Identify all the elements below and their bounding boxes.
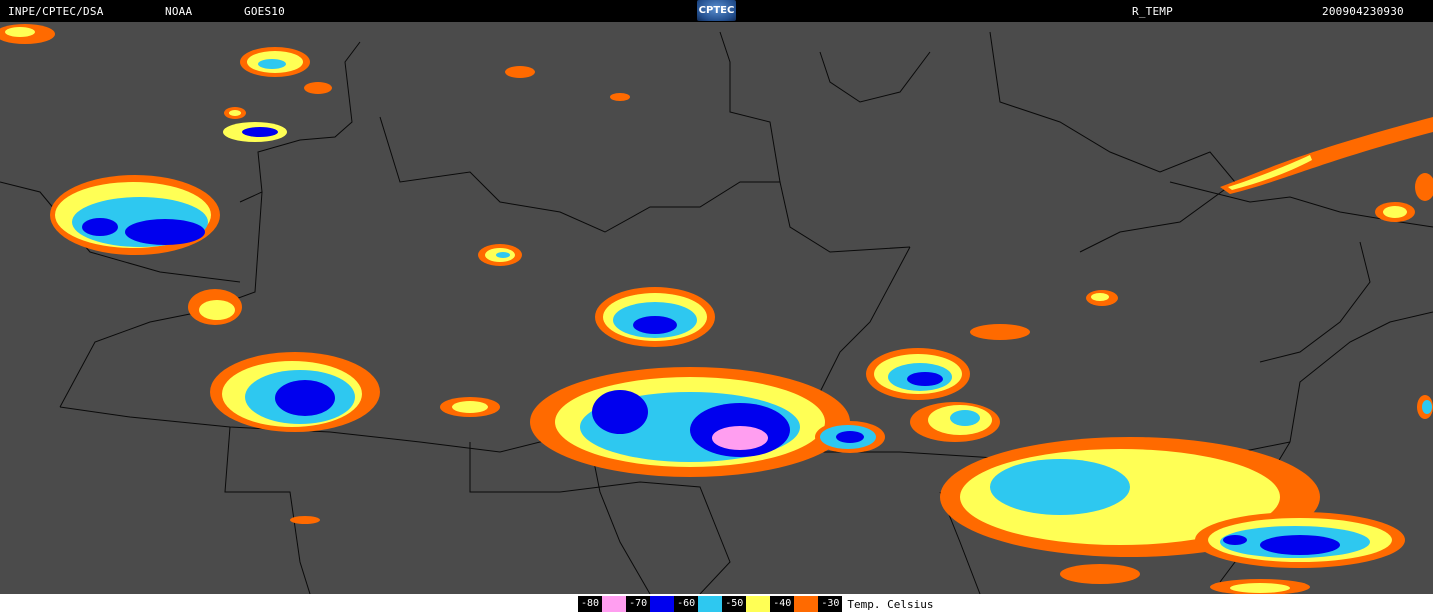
legend-swatch-m70 xyxy=(650,596,675,612)
legend-swatch-m60 xyxy=(698,596,723,612)
legend-bar: -80 -70 -60 -50 -40 -30 Temp. Celsius xyxy=(0,594,1433,614)
legend-swatch-m40 xyxy=(794,596,819,612)
infrared-map xyxy=(0,22,1433,595)
temperature-legend: -80 -70 -60 -50 -40 -30 Temp. Celsius xyxy=(578,596,933,612)
product-label: R_TEMP xyxy=(1132,5,1173,18)
legend-label-m50: -50 xyxy=(722,596,747,612)
legend-label-m40: -40 xyxy=(770,596,795,612)
storm-west-upper xyxy=(50,175,220,255)
legend-label-m60: -60 xyxy=(674,596,699,612)
source-label: INPE/CPTEC/DSA xyxy=(8,5,104,18)
cptec-logo: CPTEC xyxy=(697,0,736,21)
header-bar: INPE/CPTEC/DSA NOAA GOES10 CPTEC R_TEMP … xyxy=(0,0,1433,22)
legend-swatch-m50 xyxy=(746,596,771,612)
legend-label-m70: -70 xyxy=(626,596,651,612)
satellite-image xyxy=(0,22,1433,595)
legend-label-m80: -80 xyxy=(578,596,603,612)
legend-unit: Temp. Celsius xyxy=(847,597,934,611)
satellite-label: GOES10 xyxy=(244,5,285,18)
legend-label-m30: -30 xyxy=(818,596,843,612)
agency-label: NOAA xyxy=(165,5,193,18)
legend-swatch-m80 xyxy=(602,596,627,612)
timestamp-label: 200904230930 xyxy=(1322,5,1404,18)
